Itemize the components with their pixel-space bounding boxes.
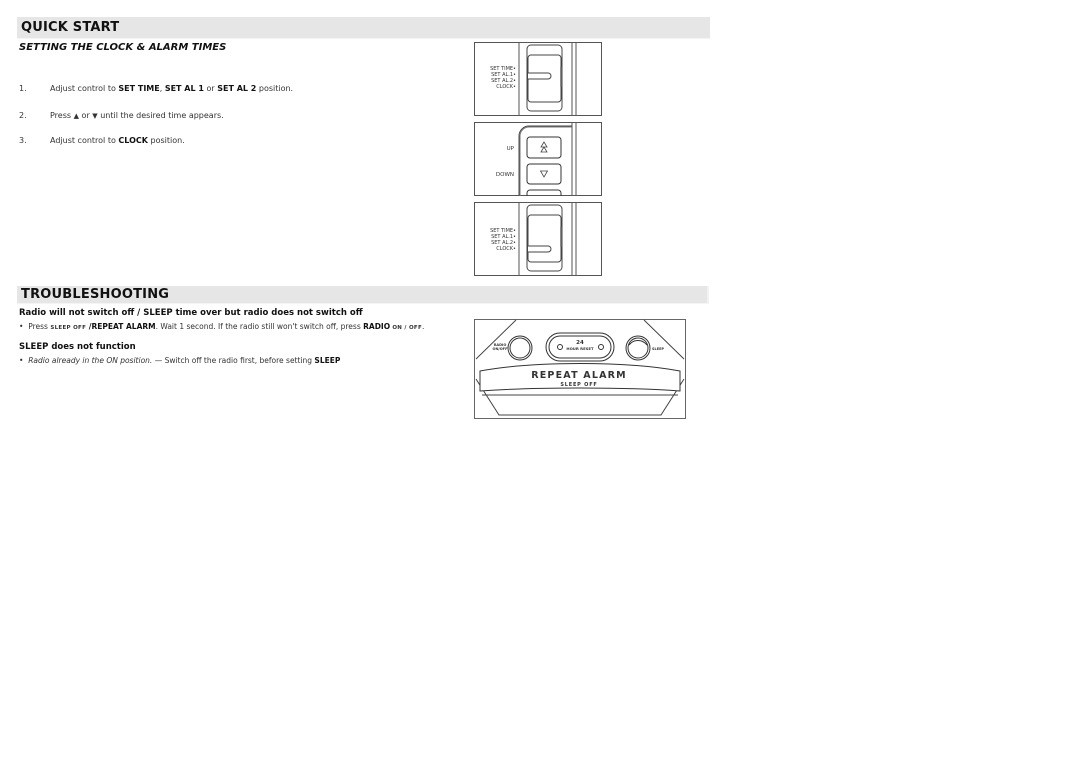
troubleshooting-header-bar: TROUBLESHOOTING: [17, 286, 709, 304]
troubleshooting-title: TROUBLESHOOTING: [21, 287, 170, 302]
repeat-alarm-label: REPEAT ALARM: [531, 370, 627, 381]
sleep-off-label: SLEEP OFF: [560, 382, 597, 388]
down-label: DOWN: [496, 172, 514, 178]
up-down-buttons-figure: UP DOWN: [474, 122, 602, 196]
issue-1-heading: Radio will not switch off / SLEEP time o…: [19, 308, 363, 318]
up-label: UP: [507, 146, 515, 152]
radio-onoff-label-2: ON/OFF: [493, 347, 509, 351]
quick-start-title: QUICK START: [21, 20, 120, 35]
switch-label-clock: CLOCK•: [496, 84, 516, 90]
svg-text:CLOCK•: CLOCK•: [496, 246, 516, 252]
hour-reset-label: HOUR RESET: [566, 346, 594, 351]
mode-switch-figure-1: SET TIME• SET AL.1• SET AL.2• CLOCK•: [474, 42, 602, 116]
radio-top-panel-figure: RADIO ON/OFF 24 HOUR RESET SLEEP REPEAT …: [474, 319, 686, 419]
issue-2-solution: • Radio already in the ON position. — Sw…: [19, 356, 341, 365]
quick-start-header-bar: QUICK START: [17, 17, 710, 39]
issue-2-heading: SLEEP does not function: [19, 342, 136, 352]
issue-1-solution: • Press SLEEP OFF /REPEAT ALARM. Wait 1 …: [19, 322, 425, 331]
sleep-label: SLEEP: [652, 347, 665, 351]
mode-switch-figure-2: SET TIME• SET AL.1• SET AL.2• CLOCK•: [474, 202, 602, 276]
down-button: [526, 163, 562, 185]
setting-clock-subtitle: SETTING THE CLOCK & ALARM TIMES: [19, 42, 227, 53]
